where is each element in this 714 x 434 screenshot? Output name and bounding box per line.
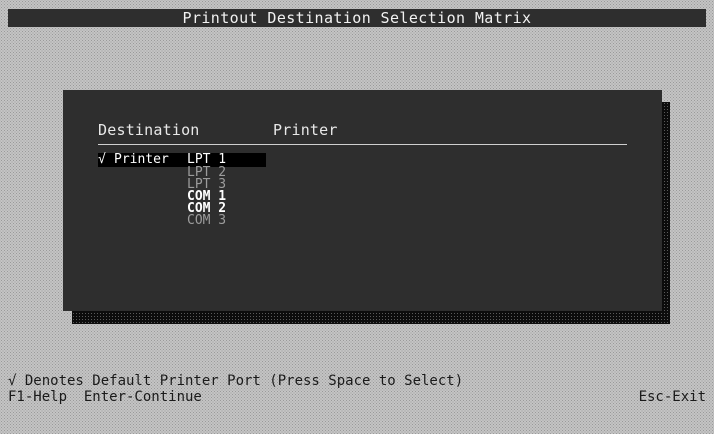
destination-port-label: COM 3 [187, 213, 227, 228]
printer-column-header: Printer [273, 121, 338, 139]
destination-item-lpt3[interactable]: LPT 3 [98, 178, 266, 191]
default-port-legend: √ Denotes Default Printer Port (Press Sp… [8, 373, 464, 389]
destination-item-com3[interactable]: COM 3 [98, 213, 266, 228]
destination-kind-label: Printer [114, 152, 169, 167]
header-divider [98, 144, 627, 145]
destination-item-com2[interactable]: COM 2 [98, 202, 266, 215]
destination-item-com1[interactable]: COM 1 [98, 190, 266, 203]
window-title: Printout Destination Selection Matrix [8, 9, 706, 27]
help-keys-hint[interactable]: F1-Help Enter-Continue [8, 390, 202, 405]
default-check-icon: √ [98, 152, 106, 167]
destination-column-header: Destination [98, 121, 200, 139]
exit-key-hint[interactable]: Esc-Exit [639, 390, 706, 405]
destination-item-lpt1[interactable]: √ Printer LPT 1 [98, 153, 266, 167]
destination-list: √ Printer LPT 1 LPT 2 LPT 3 COM 1 COM 2 … [98, 153, 266, 227]
selection-panel: Destination Printer √ Printer LPT 1 LPT … [63, 90, 662, 311]
status-bar: √ Denotes Default Printer Port (Press Sp… [8, 374, 706, 406]
destination-item-lpt2[interactable]: LPT 2 [98, 166, 266, 179]
